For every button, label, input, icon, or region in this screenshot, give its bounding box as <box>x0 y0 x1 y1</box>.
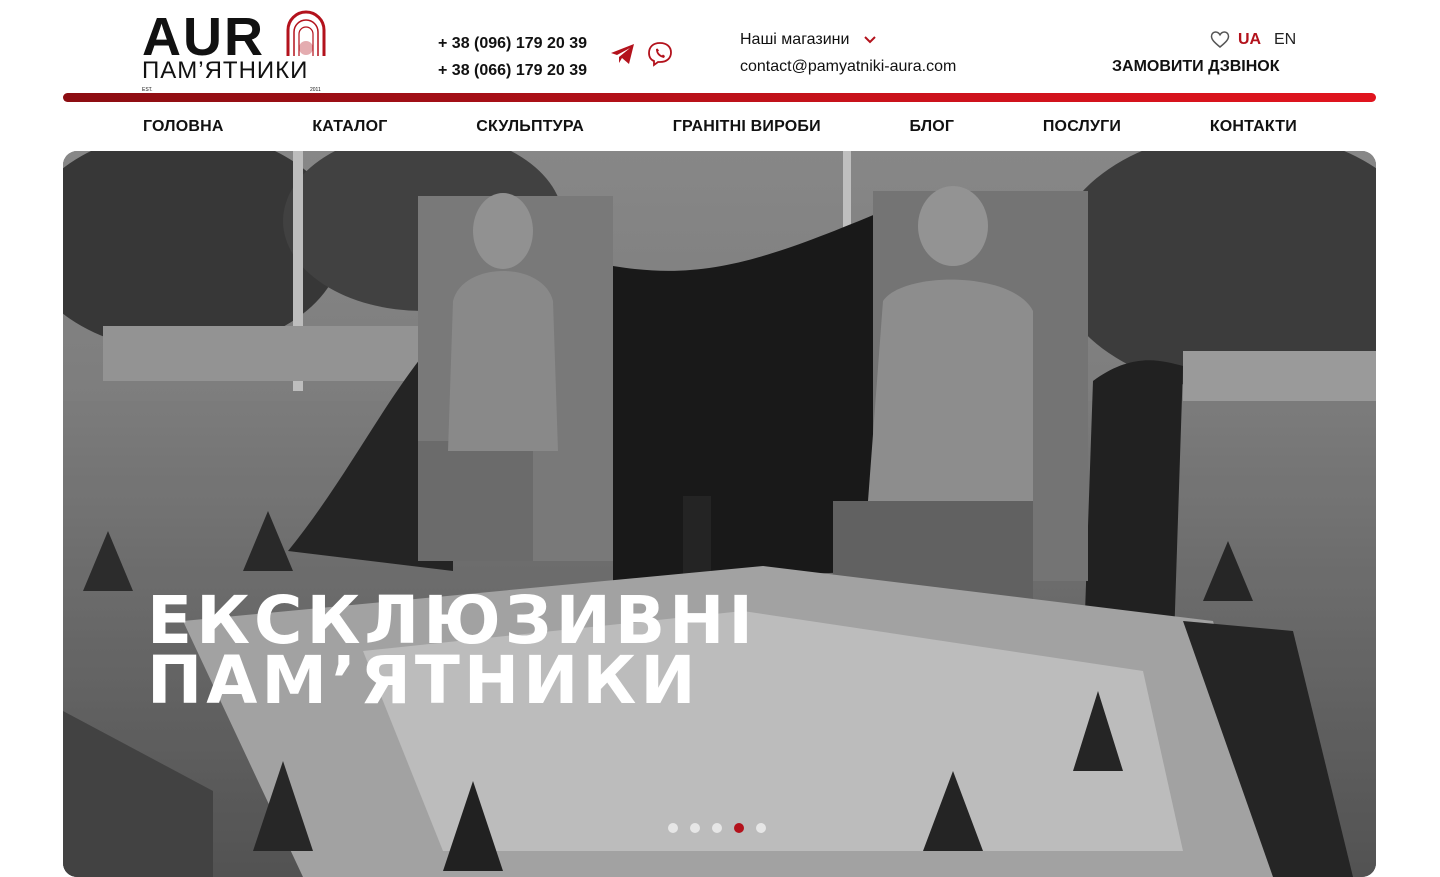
phone-list: + 38 (096) 179 20 39 + 38 (066) 179 20 3… <box>438 30 587 84</box>
slider-dot-5[interactable] <box>756 823 766 833</box>
lang-en-button[interactable]: EN <box>1274 30 1296 50</box>
email-link[interactable]: contact@pamyatniki-aura.com <box>740 57 956 77</box>
slider-dot-1[interactable] <box>668 823 678 833</box>
nav-item-sculpture[interactable]: СКУЛЬПТУРА <box>476 116 584 140</box>
shops-label: Наші магазини <box>740 31 850 48</box>
hero-background-image <box>63 151 1376 877</box>
telegram-icon[interactable] <box>610 41 636 67</box>
order-call-button[interactable]: ЗАМОВИТИ ДЗВІНОК <box>1112 57 1280 77</box>
heart-icon[interactable] <box>1210 30 1230 50</box>
logo-subtitle: ПАМ’ЯТНИКИ <box>142 57 309 84</box>
logo-arch-icon <box>286 10 326 56</box>
slider-dot-3[interactable] <box>712 823 722 833</box>
nav-item-catalog[interactable]: КАТАЛОГ <box>312 116 387 140</box>
hero-slider[interactable]: ЕКСКЛЮЗИВНІ ПАМ’ЯТНИКИ <box>63 151 1376 877</box>
chevron-down-icon <box>864 36 876 44</box>
viber-icon[interactable] <box>647 41 673 67</box>
hero-title: ЕКСКЛЮЗИВНІ ПАМ’ЯТНИКИ <box>147 588 757 719</box>
phone-link-1[interactable]: + 38 (096) 179 20 39 <box>438 30 587 57</box>
main-nav: ГОЛОВНА КАТАЛОГ СКУЛЬПТУРА ГРАНІТНІ ВИРО… <box>143 116 1297 140</box>
nav-item-contacts[interactable]: КОНТАКТИ <box>1210 116 1297 140</box>
nav-item-blog[interactable]: БЛОГ <box>910 116 955 140</box>
phone-link-2[interactable]: + 38 (066) 179 20 39 <box>438 57 587 84</box>
nav-item-home[interactable]: ГОЛОВНА <box>143 116 224 140</box>
header-divider <box>63 93 1376 102</box>
shops-dropdown[interactable]: Наші магазини <box>740 30 876 50</box>
nav-item-granite[interactable]: ГРАНІТНІ ВИРОБИ <box>673 116 821 140</box>
logo-wordmark: AUR <box>142 7 265 67</box>
slider-dot-2[interactable] <box>690 823 700 833</box>
site-header: AUR ПАМ’ЯТНИКИ EST. 2011 + 38 (096) 179 … <box>0 0 1440 93</box>
nav-item-services[interactable]: ПОСЛУГИ <box>1043 116 1121 140</box>
hero-title-line-2: ПАМ’ЯТНИКИ <box>147 642 700 719</box>
logo[interactable]: AUR ПАМ’ЯТНИКИ EST. 2011 <box>142 7 326 93</box>
slider-dot-4[interactable] <box>734 823 744 833</box>
lang-ua-button[interactable]: UA <box>1238 30 1261 50</box>
slider-pagination <box>668 823 766 833</box>
